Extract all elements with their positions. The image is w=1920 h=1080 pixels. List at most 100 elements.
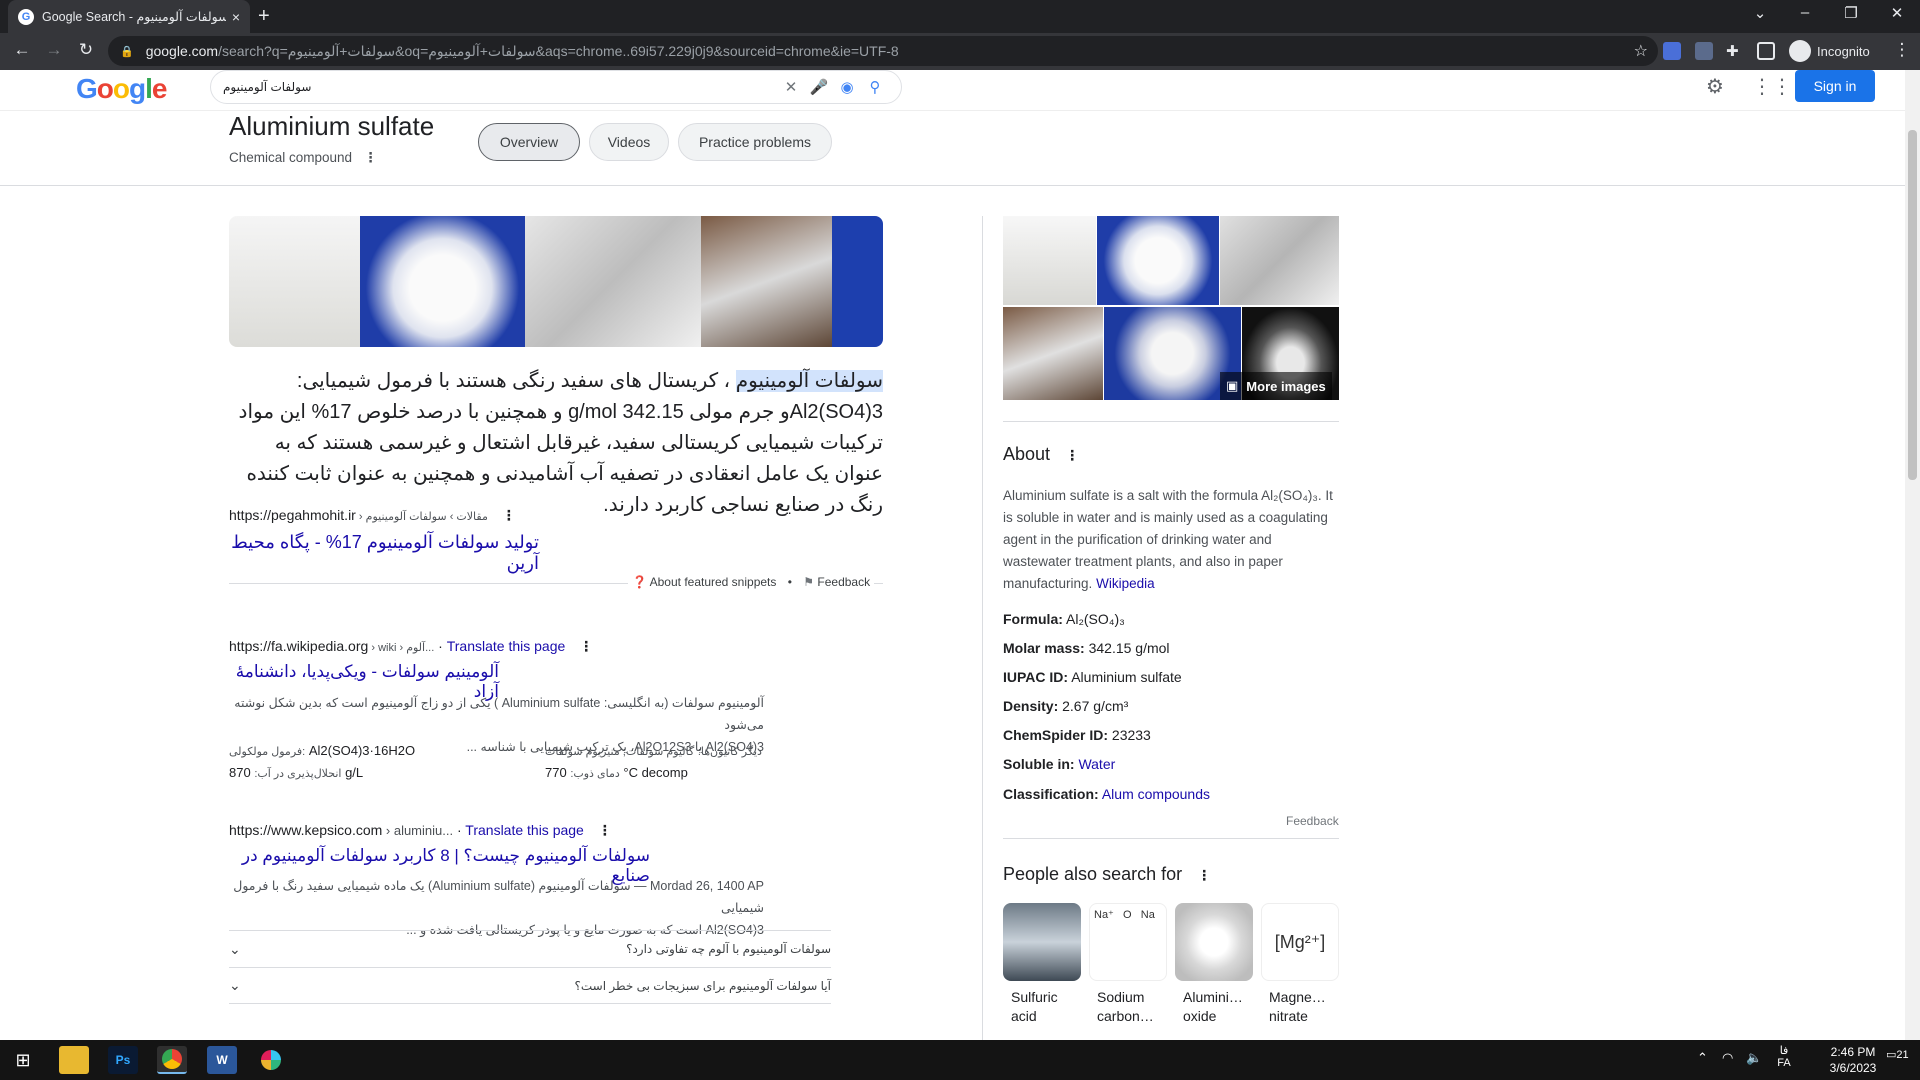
kp-image-bowl[interactable]: [1003, 307, 1103, 400]
pas-image-sulfuric-acid[interactable]: [1003, 903, 1081, 981]
voice-search-icon[interactable]: 🎤: [805, 78, 833, 96]
restore-icon[interactable]: ❐: [1836, 4, 1866, 22]
fact-label: Density:: [1003, 698, 1059, 714]
lens-icon[interactable]: ◉: [833, 78, 861, 96]
back-icon[interactable]: ←: [10, 40, 34, 60]
snippet-image-strip[interactable]: [229, 216, 883, 347]
translate-extension-icon[interactable]: [1663, 42, 1681, 60]
file-explorer-icon[interactable]: [59, 1046, 89, 1074]
faq-item-1[interactable]: سولفات آلومینیوم با آلوم چه تفاوتی دارد؟…: [229, 930, 831, 967]
slack-icon[interactable]: [256, 1046, 286, 1074]
pas-label-sulfuric-acid[interactable]: Sulfuric acid: [1011, 988, 1058, 1026]
search-input[interactable]: سولفات آلومینیوم: [223, 80, 777, 94]
close-window-icon[interactable]: ✕: [1882, 4, 1912, 22]
pas-image-aluminium-oxide[interactable]: [1175, 903, 1253, 981]
image-crystals-bowl[interactable]: [701, 216, 832, 347]
puzzle-extensions-icon[interactable]: ✚: [1726, 42, 1744, 60]
about-more-icon[interactable]: ⋮: [1065, 447, 1079, 463]
search-icon[interactable]: ⚲: [861, 78, 889, 96]
water-link[interactable]: Water: [1078, 756, 1115, 772]
pas-label-aluminium-oxide[interactable]: Alumini… oxide: [1183, 988, 1243, 1026]
minimize-icon[interactable]: –: [1790, 4, 1820, 21]
result2-path: › aluminiu...: [382, 823, 454, 838]
extension-icon[interactable]: [1695, 42, 1713, 60]
image-blue[interactable]: [832, 216, 883, 347]
result1-translate-link[interactable]: Translate this page: [447, 638, 566, 654]
alum-compounds-link[interactable]: Alum compounds: [1102, 786, 1210, 802]
people-title: People also search for: [1003, 864, 1183, 884]
result1-citation[interactable]: https://fa.wikipedia.org › wiki › آلوم..…: [229, 638, 593, 655]
language-indicator[interactable]: فا FA: [1774, 1044, 1794, 1069]
entity-name: Aluminium sulfate: [229, 111, 435, 141]
tab-search-icon[interactable]: ⌄: [1745, 4, 1775, 22]
page-scrollbar[interactable]: [1905, 70, 1920, 1040]
notifications-icon[interactable]: ▭21: [1886, 1048, 1909, 1061]
windows-start-icon[interactable]: ⊞: [8, 1046, 38, 1074]
snippet-more-icon[interactable]: ⋮: [502, 507, 516, 523]
pas-image-magnesium-nitrate[interactable]: [Mg²⁺]: [1261, 903, 1339, 981]
more-options-icon[interactable]: ⋮: [364, 150, 378, 165]
google-logo[interactable]: Google: [76, 73, 167, 105]
windows-taskbar: ⊞ Ps W ⌃ ◠ 🔈 فا FA 2:46 PM 3/6/2023 ▭21: [0, 1040, 1920, 1080]
google-favicon-icon: G: [18, 8, 34, 25]
sign-in-button[interactable]: Sign in: [1795, 70, 1875, 102]
address-bar[interactable]: 🔒 google.com/search?q=سولفات+آلومینیوم&o…: [108, 36, 1658, 66]
snippet-title-link[interactable]: تولید سولفات آلومینیوم 17% - پگاه محیط آ…: [229, 532, 539, 574]
bookmark-star-icon[interactable]: ☆: [1634, 41, 1648, 61]
forward-icon[interactable]: →: [42, 40, 66, 60]
result2-citation[interactable]: https://www.kepsico.com › aluminiu... · …: [229, 822, 612, 839]
about-featured-snippets[interactable]: ❓ About featured snippets • ⚑ Feedback: [628, 575, 875, 589]
show-hidden-icons-icon[interactable]: ⌃: [1697, 1050, 1708, 1066]
image-powder-blue[interactable]: [360, 216, 525, 347]
clear-icon[interactable]: ✕: [777, 78, 805, 96]
fact-label: IUPAC ID:: [1003, 669, 1069, 685]
kp-feedback[interactable]: Feedback: [1286, 814, 1339, 828]
incognito-indicator[interactable]: Incognito: [1789, 40, 1870, 62]
chevron-down-icon: ⌄: [229, 977, 241, 993]
browser-tab[interactable]: G Google Search - سولفات آلومینیوم ×: [8, 0, 250, 33]
people-more-icon[interactable]: ⋮: [1197, 867, 1211, 883]
result2-more-icon[interactable]: ⋮: [598, 822, 612, 838]
result1-more-icon[interactable]: ⋮: [579, 638, 593, 654]
faq-item-2[interactable]: آیا سولفات آلومینیوم برای سبزیجات بی خطر…: [229, 967, 831, 1004]
reload-icon[interactable]: ↻: [74, 40, 98, 60]
images-icon: ▣: [1226, 378, 1239, 393]
tab-strip: G Google Search - سولفات آلومینیوم × + ⌄…: [0, 0, 1920, 33]
search-box[interactable]: سولفات آلومینیوم ✕ 🎤 ◉ ⚲: [210, 70, 902, 104]
more-images-button[interactable]: ▣ More images: [1220, 372, 1332, 400]
pas-image-sodium-carbonate[interactable]: Na⁺ O Na: [1089, 903, 1167, 981]
settings-gear-icon[interactable]: ⚙: [1706, 74, 1724, 99]
volume-icon[interactable]: 🔈: [1746, 1050, 1762, 1066]
result2-translate-link[interactable]: Translate this page: [465, 822, 584, 838]
word-icon[interactable]: W: [207, 1046, 237, 1074]
wikipedia-link[interactable]: Wikipedia: [1096, 576, 1155, 591]
tab-overview[interactable]: Overview: [478, 123, 580, 161]
close-tab-icon[interactable]: ×: [232, 9, 240, 25]
tab-practice-problems[interactable]: Practice problems: [678, 123, 832, 161]
kp-image-powder[interactable]: [1097, 216, 1219, 305]
clock[interactable]: 2:46 PM 3/6/2023: [1818, 1044, 1888, 1076]
kp-image-bag[interactable]: [1003, 216, 1096, 305]
kp-image-crystals[interactable]: [1220, 216, 1339, 305]
chrome-menu-icon[interactable]: ⋮: [1890, 40, 1914, 60]
apps-grid-icon[interactable]: ⋮⋮: [1752, 74, 1792, 99]
snippet-highlight: سولفات آلومینیوم: [735, 370, 883, 392]
image-crystals[interactable]: [525, 216, 701, 347]
snippet-citation[interactable]: https://pegahmohit.ir › مقالات › سولفات …: [229, 507, 516, 524]
kp-fact-chemspider: ChemSpider ID: 23233: [1003, 727, 1151, 743]
network-icon[interactable]: ◠: [1722, 1050, 1733, 1066]
side-panel-icon[interactable]: [1757, 42, 1775, 60]
pas-label-magnesium-nitrate[interactable]: Magne… nitrate: [1269, 988, 1326, 1026]
chrome-taskbar-icon[interactable]: [157, 1046, 187, 1074]
image-bag[interactable]: [229, 216, 360, 347]
photoshop-icon[interactable]: Ps: [108, 1046, 138, 1074]
pas-label-sodium-carbonate[interactable]: Sodium carbon…: [1097, 988, 1154, 1026]
result1-url: https://fa.wikipedia.org: [229, 638, 369, 654]
new-tab-button[interactable]: +: [258, 5, 270, 28]
language-top: فا: [1779, 1045, 1789, 1057]
snippet-source-path: › مقالات › سولفات آلومینیوم: [355, 511, 488, 523]
tab-videos[interactable]: Videos: [589, 123, 669, 161]
scrollbar-thumb[interactable]: [1908, 130, 1917, 480]
fact-label: Soluble in:: [1003, 756, 1075, 772]
snippet-feedback-label[interactable]: Feedback: [817, 575, 870, 589]
